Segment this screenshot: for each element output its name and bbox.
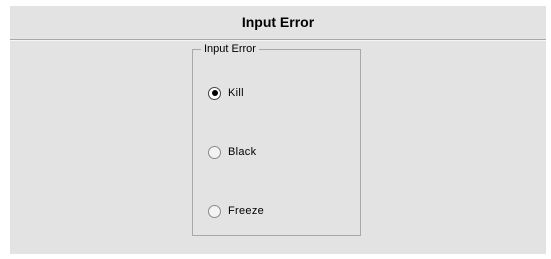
option-kill-label: Kill [228, 87, 244, 99]
input-error-group: Input Error Kill Black Freeze [192, 42, 361, 236]
group-legend: Input Error [201, 42, 259, 56]
option-freeze[interactable]: Freeze [208, 202, 264, 220]
radio-freeze[interactable] [208, 204, 221, 218]
option-black-label: Black [228, 146, 257, 158]
option-black[interactable]: Black [208, 143, 256, 161]
radio-black[interactable] [208, 145, 221, 159]
option-freeze-label: Freeze [228, 205, 265, 217]
option-kill[interactable]: Kill [208, 84, 244, 102]
title-divider [10, 39, 546, 41]
panel-title: Input Error [241, 14, 315, 30]
input-error-panel: Input Error Input Error Kill Black Freez… [10, 6, 546, 254]
radio-kill[interactable] [208, 86, 221, 100]
